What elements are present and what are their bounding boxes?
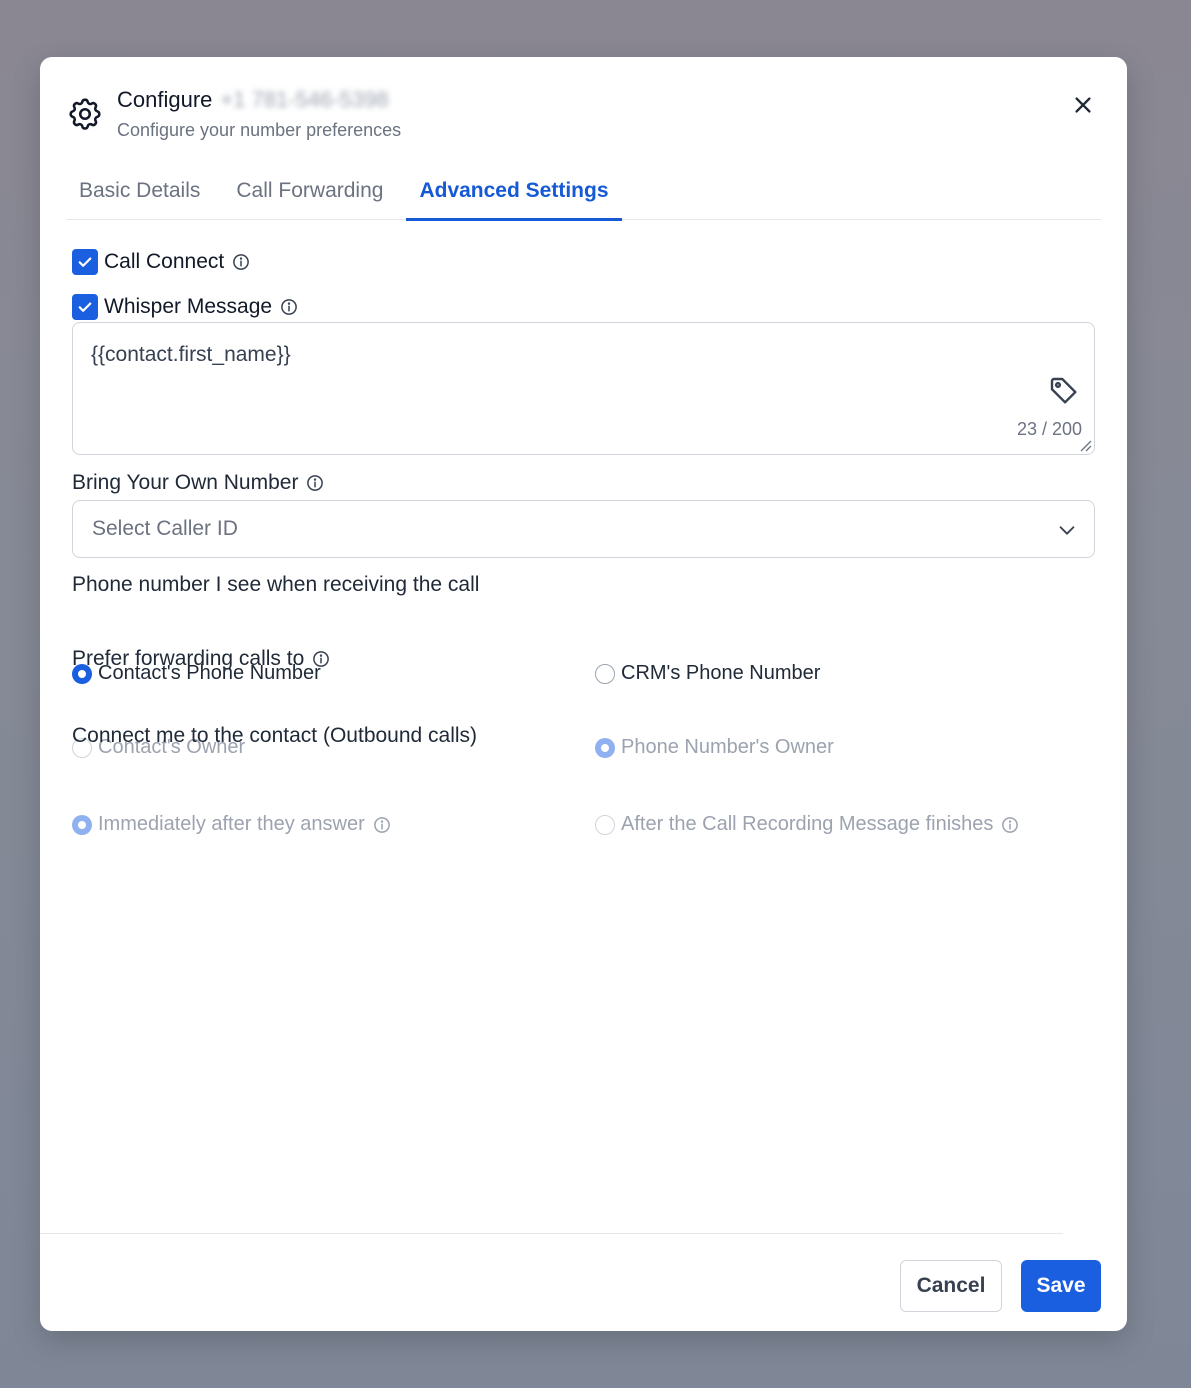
prefer-forwarding-label-row: Prefer forwarding calls to: [72, 647, 330, 671]
connect-me-label: Connect me to the contact (Outbound call…: [72, 724, 478, 747]
tag-icon[interactable]: [1048, 375, 1080, 407]
caller-id-select[interactable]: Select Caller ID: [72, 500, 1095, 558]
character-counter: 23 / 200: [1016, 419, 1082, 439]
whisper-message-checkbox[interactable]: [72, 294, 98, 320]
gear-icon: [69, 98, 101, 130]
radio-button-selected-disabled[interactable]: [72, 814, 92, 835]
phone-seen-label-row: Phone number I see when receiving the ca…: [72, 573, 479, 597]
radio-label: After the Call Recording Message finishe…: [621, 813, 994, 835]
modal-subtitle: Configure your number preferences: [117, 120, 402, 140]
radio-button-selected-disabled[interactable]: [595, 737, 615, 758]
cancel-button[interactable]: Cancel: [900, 1260, 1002, 1312]
radio-label: Immediately after they answer: [98, 813, 365, 835]
modal-title: Configure +1 781-546-5398: [117, 87, 401, 113]
caller-id-placeholder: Select Caller ID: [92, 517, 238, 540]
info-icon[interactable]: [280, 298, 298, 316]
radio-label: CRM's Phone Number: [621, 662, 821, 684]
tab-bar: Basic Details Call Forwarding Advanced S…: [66, 169, 1101, 221]
prefer-forwarding-label: Prefer forwarding calls to: [72, 647, 305, 670]
info-icon[interactable]: [312, 650, 330, 668]
radio-crms-phone-number[interactable]: CRM's Phone Number: [595, 662, 820, 685]
whisper-message-textarea[interactable]: {{contact.first_name}} 23 / 200: [72, 322, 1095, 455]
whisper-message-value: {{contact.first_name}}: [91, 343, 291, 366]
byon-label-row: Bring Your Own Number: [72, 471, 324, 495]
tab-advanced-settings[interactable]: Advanced Settings: [406, 169, 622, 221]
phone-number-blurred: +1 781-546-5398: [220, 87, 389, 112]
info-icon[interactable]: [232, 253, 250, 271]
info-icon[interactable]: [306, 474, 324, 492]
check-icon: [78, 302, 92, 312]
resize-handle-icon[interactable]: [1078, 438, 1092, 452]
footer-divider: [40, 1233, 1063, 1234]
configure-modal: Configure +1 781-546-5398 Configure your…: [40, 57, 1127, 1331]
tab-call-forwarding[interactable]: Call Forwarding: [223, 169, 396, 220]
whisper-message-row: Whisper Message: [72, 292, 298, 322]
radio-immediately-after-answer[interactable]: Immediately after they answer: [72, 813, 391, 836]
info-icon[interactable]: [373, 816, 391, 834]
radio-label: Phone Number's Owner: [621, 736, 834, 758]
call-connect-checkbox[interactable]: [72, 249, 98, 275]
radio-button-disabled[interactable]: [595, 814, 615, 835]
check-icon: [78, 257, 92, 267]
title-wrap: Configure +1 781-546-5398 Configure your…: [117, 87, 401, 141]
title-text: Configure: [117, 87, 213, 112]
call-connect-label: Call Connect: [104, 250, 225, 273]
phone-seen-label: Phone number I see when receiving the ca…: [72, 573, 480, 596]
whisper-message-label: Whisper Message: [104, 295, 273, 318]
info-icon[interactable]: [1001, 816, 1019, 834]
tab-basic-details[interactable]: Basic Details: [66, 169, 213, 220]
chevron-down-icon: [1059, 526, 1075, 535]
radio-button[interactable]: [595, 663, 615, 684]
call-connect-row: Call Connect: [72, 247, 250, 277]
save-button[interactable]: Save: [1021, 1260, 1101, 1312]
close-button[interactable]: [1065, 87, 1101, 123]
radio-after-recording-message[interactable]: After the Call Recording Message finishe…: [595, 813, 1019, 836]
byon-label: Bring Your Own Number: [72, 471, 299, 494]
connect-me-label-row: Connect me to the contact (Outbound call…: [72, 724, 477, 748]
radio-phone-numbers-owner[interactable]: Phone Number's Owner: [595, 736, 834, 759]
close-icon: [1075, 97, 1091, 113]
modal-header: Configure +1 781-546-5398 Configure your…: [66, 87, 1101, 147]
